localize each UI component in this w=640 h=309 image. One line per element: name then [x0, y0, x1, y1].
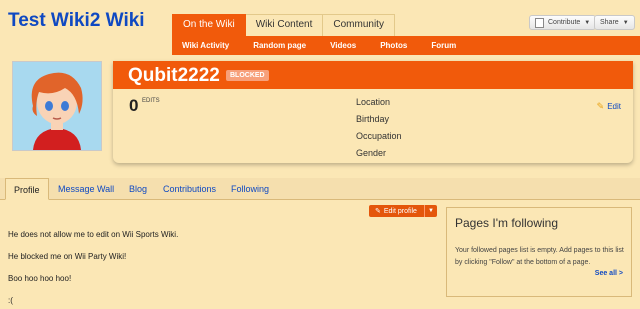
chevron-down-icon[interactable]: ▼ [428, 205, 434, 217]
chevron-down-icon: ▼ [622, 19, 629, 26]
field-gender: Gender [356, 148, 387, 158]
subnav-random-page[interactable]: Random page [253, 41, 306, 50]
field-occupation: Occupation [356, 131, 402, 141]
edit-profile-info-link[interactable]: ✎ Edit [597, 101, 621, 112]
profile-tabs: Profile Message Wall Blog Contributions … [0, 178, 640, 200]
profile-info-list: Location Birthday Occupation Gender [356, 97, 402, 165]
field-location: Location [356, 97, 391, 107]
chevron-down-icon: ▼ [584, 19, 591, 26]
nav-tab-on-the-wiki[interactable]: On the Wiki [172, 14, 246, 37]
share-label: Share [600, 19, 619, 26]
blocked-badge: BLOCKED [226, 70, 269, 81]
pencil-icon: ✎ [375, 208, 381, 215]
following-empty-text: Your followed pages list is empty. Add p… [455, 247, 624, 266]
subnav-forum[interactable]: Forum [431, 41, 456, 50]
avatar-illustration [13, 62, 101, 150]
masthead-header: Qubit2222 BLOCKED [113, 61, 633, 89]
edit-profile-button[interactable]: ✎ Edit profile ▼ [369, 205, 437, 217]
pencil-icon: ✎ [596, 101, 605, 111]
tab-blog[interactable]: Blog [129, 178, 147, 198]
profile-masthead: Qubit2222 BLOCKED 0 EDITS Location Birth… [113, 61, 633, 163]
following-title: Pages I'm following [455, 216, 559, 230]
contribute-label: Contribute [548, 19, 581, 26]
see-all-link[interactable]: See all > [595, 270, 623, 277]
share-button[interactable]: Share ▼ [594, 15, 635, 30]
nav-tab-community[interactable]: Community [323, 14, 395, 37]
tab-following[interactable]: Following [231, 178, 269, 198]
avatar[interactable] [12, 61, 102, 151]
edit-profile-label: Edit profile [383, 207, 417, 215]
top-nav: On the Wiki Wiki Content Community [172, 14, 395, 37]
button-divider [424, 205, 425, 217]
wiki-title[interactable]: Test Wiki2 Wiki [8, 10, 145, 32]
contribute-button[interactable]: Contribute ▼ [529, 15, 597, 30]
subnav: Wiki Activity Random page Videos Photos … [172, 36, 640, 55]
page-icon [535, 17, 544, 28]
subnav-photos[interactable]: Photos [380, 41, 407, 50]
nav-tab-wiki-content[interactable]: Wiki Content [245, 14, 324, 37]
tab-profile[interactable]: Profile [5, 178, 49, 200]
post-line: :( [8, 296, 13, 305]
field-birthday: Birthday [356, 114, 390, 124]
edits-count: 0 [129, 96, 139, 115]
following-module: Pages I'm following Your followed pages … [446, 207, 632, 297]
subnav-wiki-activity[interactable]: Wiki Activity [182, 41, 229, 50]
post-line: Boo hoo hoo hoo! [8, 274, 72, 283]
tab-message-wall[interactable]: Message Wall [58, 178, 114, 198]
edits-label: EDITS [142, 98, 160, 104]
tab-contributions[interactable]: Contributions [163, 178, 216, 198]
subnav-videos[interactable]: Videos [330, 41, 356, 50]
username: Qubit2222 [128, 65, 220, 86]
post-line: He blocked me on Wii Party Wiki! [8, 252, 127, 261]
edit-label: Edit [607, 102, 621, 111]
post-line: He does not allow me to edit on Wii Spor… [8, 230, 179, 239]
